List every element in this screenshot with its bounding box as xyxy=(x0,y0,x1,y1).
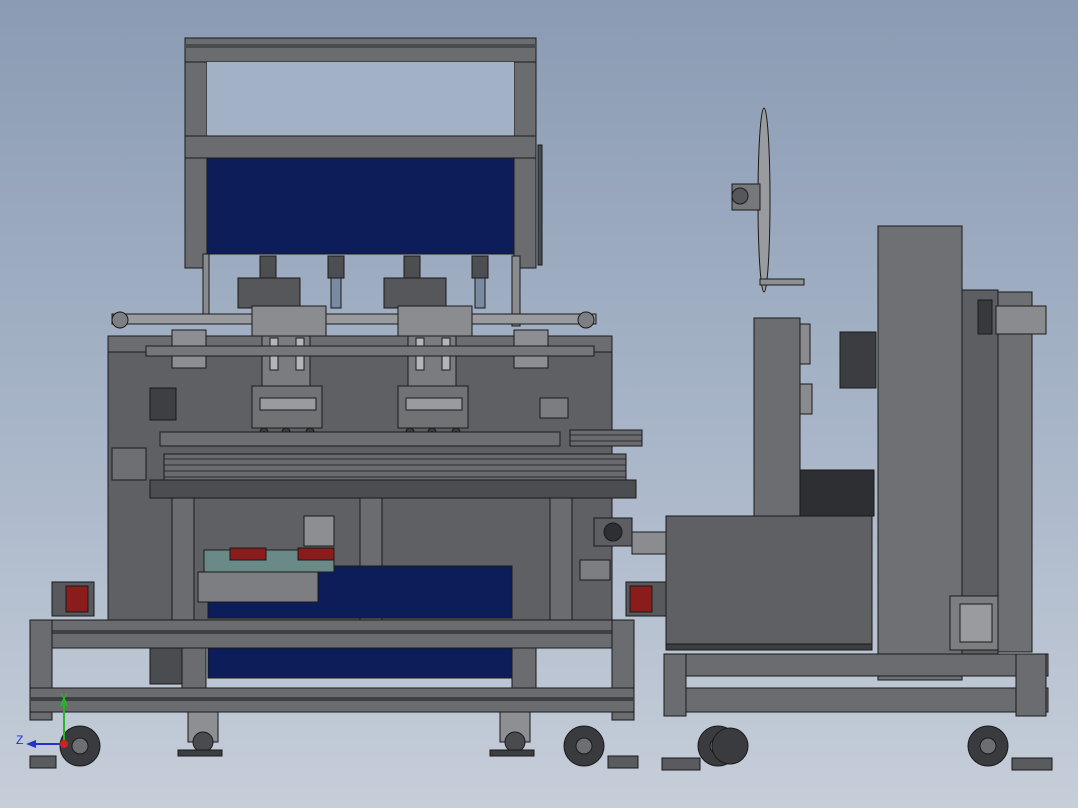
cross-rod xyxy=(111,313,597,325)
left-motor xyxy=(65,585,89,613)
right-casters xyxy=(661,725,1053,771)
z-axis-label: Z xyxy=(16,733,23,747)
right-bottom-frame xyxy=(663,653,1049,717)
cad-viewport[interactable]: Y Z xyxy=(0,0,1078,808)
right-machine xyxy=(661,107,1053,771)
cable-chain-left xyxy=(163,453,627,481)
right-motor xyxy=(629,585,653,613)
tall-tower xyxy=(877,225,963,681)
lower-block xyxy=(665,515,873,647)
y-axis-label: Y xyxy=(60,691,68,705)
left-machine xyxy=(29,37,669,769)
machine-assembly-drawing: Y Z xyxy=(16,37,1053,771)
top-tower-frame xyxy=(184,37,543,269)
left-casters xyxy=(29,711,639,769)
cable-chain-right xyxy=(569,429,643,447)
lower-blue-panel-b xyxy=(207,647,513,679)
upper-blue-panel xyxy=(206,157,515,255)
x-axis-point xyxy=(60,740,68,748)
reel xyxy=(731,107,805,293)
bottom-table xyxy=(29,619,635,721)
